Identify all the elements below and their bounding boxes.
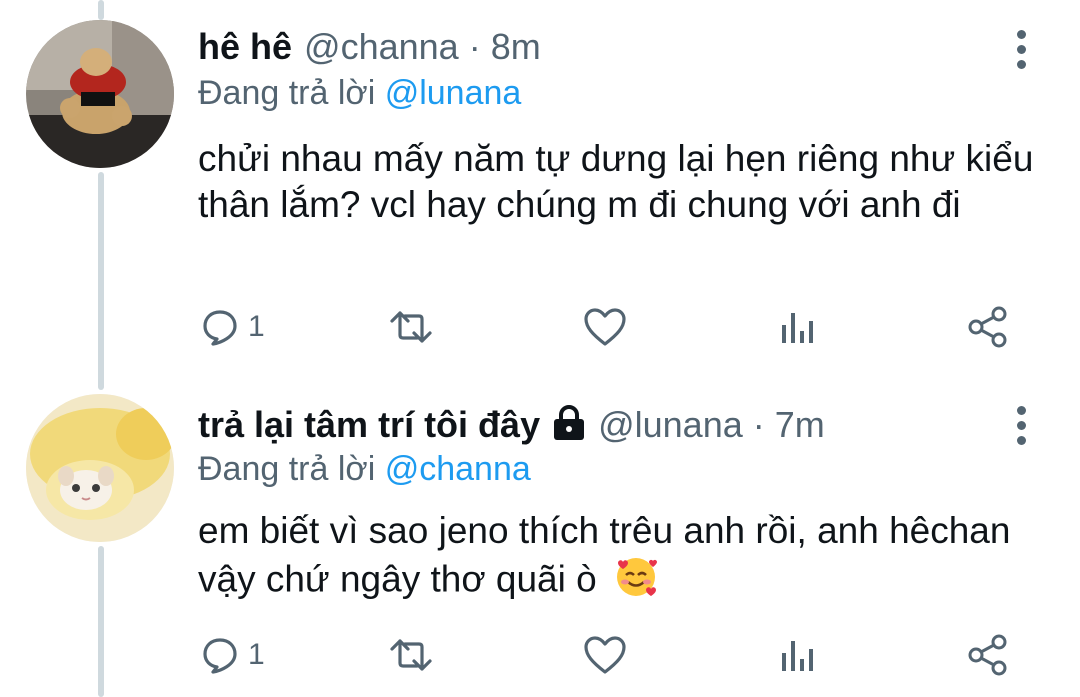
replying-label: Đang trả lời — [198, 74, 385, 112]
reply-icon — [203, 310, 237, 346]
user-handle[interactable]: @channa — [304, 26, 459, 68]
mention-link[interactable]: @lunana — [385, 74, 522, 112]
replying-to: Đang trả lời @channa — [198, 450, 531, 489]
like-icon — [584, 636, 626, 674]
mention-link[interactable]: @channa — [385, 450, 531, 488]
avatar[interactable] — [26, 394, 174, 542]
analytics-icon — [782, 313, 813, 343]
action-bar: 1 — [0, 302, 1080, 352]
share-icon — [968, 634, 1007, 676]
analytics-icon — [782, 641, 813, 671]
tweet-text: chửi nhau mấy năm tự dưng lại hẹn riêng … — [198, 138, 1034, 225]
analytics-button[interactable] — [778, 630, 818, 680]
replying-label: Đang trả lời — [198, 450, 385, 488]
tweet-text-container: em biết vì sao jeno thích trêu anh rồi, … — [198, 508, 1058, 609]
analytics-button[interactable] — [778, 302, 818, 352]
like-button[interactable] — [582, 302, 628, 352]
like-button[interactable] — [582, 630, 628, 680]
share-icon — [968, 306, 1007, 348]
retweet-button[interactable] — [386, 302, 436, 352]
avatar[interactable] — [26, 20, 174, 168]
reply-button[interactable]: 1 — [200, 630, 265, 680]
reply-icon — [203, 638, 237, 674]
replying-to: Đang trả lời @lunana — [198, 74, 521, 113]
display-name[interactable]: hê hê — [198, 26, 292, 68]
more-options-icon[interactable] — [1008, 30, 1034, 80]
tweet[interactable]: hê hê @channa · 8m Đang trả lời @lunana … — [0, 0, 1080, 380]
tweet-header: trả lại tâm trí tôi đây @lunana · 7m — [198, 400, 825, 450]
like-icon — [584, 308, 626, 346]
action-bar: 1 — [0, 630, 1080, 680]
tweet-text: em biết vì sao jeno thích trêu anh rồi, … — [198, 510, 1011, 600]
tweet[interactable]: trả lại tâm trí tôi đây @lunana · 7m Đan… — [0, 380, 1080, 697]
timestamp[interactable]: 7m — [775, 404, 825, 446]
user-handle[interactable]: @lunana — [598, 404, 743, 446]
reply-button[interactable]: 1 — [200, 302, 265, 352]
tweet-header: hê hê @channa · 8m — [198, 22, 541, 72]
retweet-icon — [390, 311, 432, 343]
retweet-icon — [390, 639, 432, 671]
timestamp[interactable]: 8m — [491, 26, 541, 68]
lock-icon — [552, 404, 586, 446]
more-options-icon[interactable] — [1008, 406, 1034, 456]
separator-dot: · — [752, 404, 765, 445]
reply-count: 1 — [248, 638, 265, 671]
share-button[interactable] — [966, 302, 1010, 352]
separator-dot: · — [468, 26, 481, 67]
reply-count: 1 — [248, 310, 265, 343]
display-name[interactable]: trả lại tâm trí tôi đây — [198, 404, 540, 446]
share-button[interactable] — [966, 630, 1010, 680]
smiling-face-with-hearts-icon — [613, 554, 659, 609]
retweet-button[interactable] — [386, 630, 436, 680]
